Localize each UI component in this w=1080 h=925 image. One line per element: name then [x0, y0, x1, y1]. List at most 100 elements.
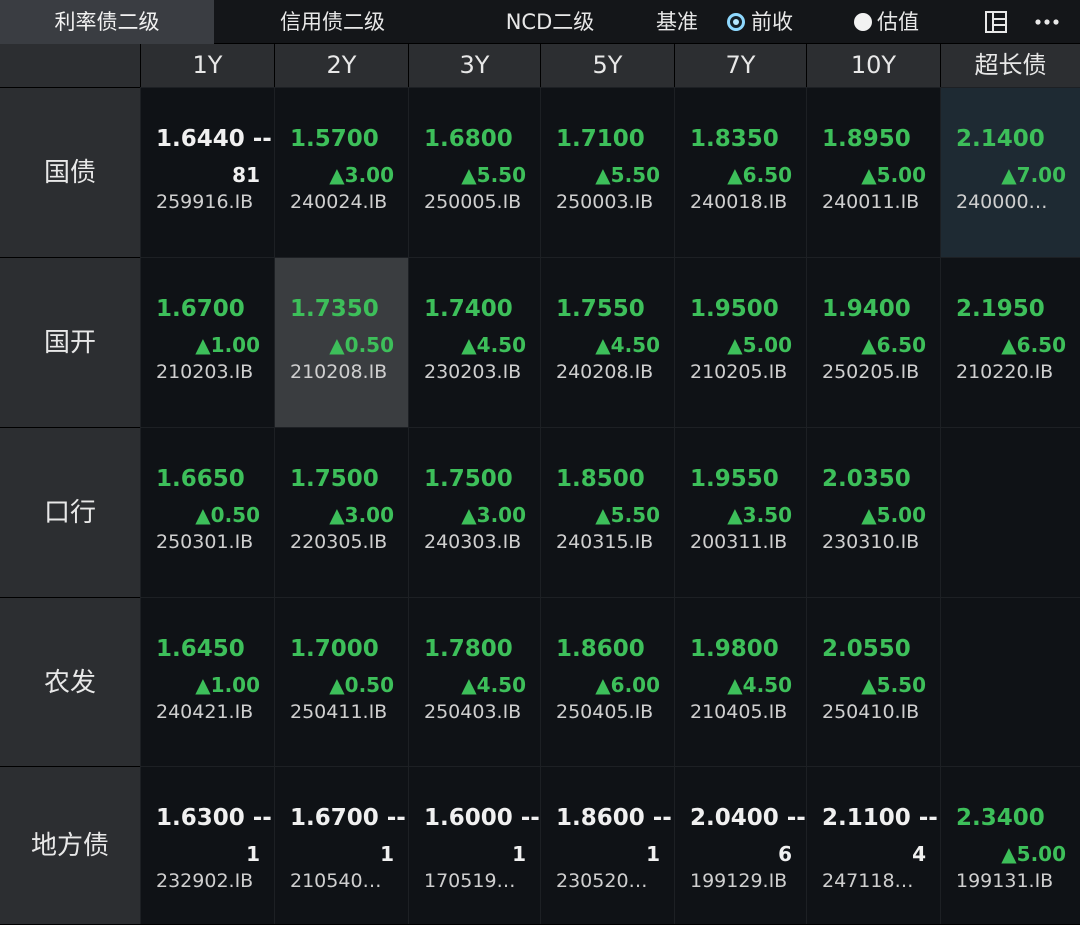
quote-cell[interactable]: 1.8350 ▲6.50 240018.IB: [674, 87, 806, 257]
quote-price: 2.1100 --: [822, 805, 938, 831]
quote-bond-code: 250301.IB: [156, 531, 254, 553]
quote-bond-code: 247118…: [822, 870, 914, 892]
quote-change: ▲1.00: [195, 333, 260, 357]
quote-bond-code: 210540…: [290, 870, 382, 892]
quote-cell[interactable]: 1.7550 ▲4.50 240208.IB: [540, 257, 674, 427]
quote-cell[interactable]: 1.7400 ▲4.50 230203.IB: [408, 257, 540, 427]
quote-price: 1.7500: [424, 466, 513, 492]
radio-valuation[interactable]: [854, 13, 872, 31]
quote-cell[interactable]: 1.9500 ▲5.00 210205.IB: [674, 257, 806, 427]
quote-cell[interactable]: 1.6450 ▲1.00 240421.IB: [140, 597, 274, 767]
quote-bond-code: 199131.IB: [956, 870, 1054, 892]
quote-price: 1.6650: [156, 466, 245, 492]
quote-bond-code: 250003.IB: [556, 191, 654, 213]
quote-bond-code: 240208.IB: [556, 361, 654, 383]
quote-cell[interactable]: 1.6000 -- 1 170519…: [408, 766, 540, 924]
quote-cell[interactable]: 2.3400 ▲5.00 199131.IB: [940, 766, 1080, 924]
quote-cell[interactable]: 1.6700 ▲1.00 210203.IB: [140, 257, 274, 427]
quote-cell: [940, 427, 1080, 597]
quote-cell[interactable]: 1.8950 ▲5.00 240011.IB: [806, 87, 940, 257]
quote-change: ▲5.50: [595, 163, 660, 187]
quote-price: 2.0350: [822, 466, 911, 492]
quote-change: ▲4.50: [461, 673, 526, 697]
radio-prev-close-label[interactable]: 前收: [751, 0, 793, 44]
quote-change: ▲6.50: [727, 163, 792, 187]
row-header-1: 国开: [0, 257, 140, 427]
quote-price: 1.9500: [690, 296, 779, 322]
quote-cell[interactable]: 1.8500 ▲5.50 240315.IB: [540, 427, 674, 597]
quote-bond-code: 250005.IB: [424, 191, 522, 213]
quote-price: 1.8500: [556, 466, 645, 492]
grid-corner: [0, 44, 140, 87]
quote-bond-code: 259916.IB: [156, 191, 254, 213]
quote-bond-code: 240421.IB: [156, 701, 254, 723]
quote-price: 1.8950: [822, 126, 911, 152]
quote-change: ▲6.50: [1001, 333, 1066, 357]
tab-rate-bond-secondary[interactable]: 利率债二级: [0, 0, 214, 44]
layout-icon[interactable]: [984, 10, 1008, 34]
radio-valuation-label[interactable]: 估值: [877, 0, 919, 44]
quote-change: 1: [512, 842, 526, 866]
quote-change: 1: [380, 842, 394, 866]
quote-cell[interactable]: 1.8600 -- 1 230520…: [540, 766, 674, 924]
quote-cell[interactable]: 1.8600 ▲6.00 250405.IB: [540, 597, 674, 767]
quote-price: 1.7000: [290, 636, 379, 662]
quote-cell[interactable]: 1.6300 -- 1 232902.IB: [140, 766, 274, 924]
quote-cell[interactable]: 1.6440 -- 81 259916.IB: [140, 87, 274, 257]
quote-price: 1.6300 --: [156, 805, 272, 831]
quote-price: 2.0400 --: [690, 805, 806, 831]
quote-cell[interactable]: 1.9550 ▲3.50 200311.IB: [674, 427, 806, 597]
quote-cell[interactable]: 1.6700 -- 1 210540…: [274, 766, 408, 924]
quote-cell[interactable]: 2.0400 -- 6 199129.IB: [674, 766, 806, 924]
quote-cell[interactable]: 1.7350 ▲0.50 210208.IB: [274, 257, 408, 427]
quote-cell[interactable]: 1.9800 ▲4.50 210405.IB: [674, 597, 806, 767]
quote-price: 1.6440 --: [156, 126, 272, 152]
quote-cell[interactable]: 1.9400 ▲6.50 250205.IB: [806, 257, 940, 427]
quote-cell[interactable]: 1.7500 ▲3.00 220305.IB: [274, 427, 408, 597]
tab-credit-bond-secondary[interactable]: 信用债二级: [250, 0, 415, 44]
quote-bond-code: 210208.IB: [290, 361, 388, 383]
quote-price: 1.7400: [424, 296, 513, 322]
quote-bond-code: 170519…: [424, 870, 516, 892]
quote-change: ▲5.50: [461, 163, 526, 187]
quote-change: ▲3.00: [461, 503, 526, 527]
quote-cell[interactable]: 1.7500 ▲3.00 240303.IB: [408, 427, 540, 597]
quote-cell[interactable]: 1.7800 ▲4.50 250403.IB: [408, 597, 540, 767]
quote-cell[interactable]: 1.5700 ▲3.00 240024.IB: [274, 87, 408, 257]
quote-change: ▲4.50: [595, 333, 660, 357]
tab-ncd-secondary[interactable]: NCD二级: [480, 0, 620, 44]
quote-change: 81: [232, 163, 260, 187]
quote-price: 1.7550: [556, 296, 645, 322]
quote-bond-code: 240303.IB: [424, 531, 522, 553]
quote-change: 1: [646, 842, 660, 866]
tenor-header-row: 1Y 2Y 3Y 5Y 7Y 10Y 超长债: [0, 44, 1080, 87]
quote-bond-code: 250411.IB: [290, 701, 388, 723]
quote-cell[interactable]: 2.1950 ▲6.50 210220.IB: [940, 257, 1080, 427]
quote-bond-code: 230310.IB: [822, 531, 920, 553]
more-icon[interactable]: [1034, 10, 1060, 34]
quote-cell[interactable]: 2.1400 ▲7.00 240000…: [940, 87, 1080, 257]
radio-prev-close[interactable]: [727, 13, 745, 31]
quote-cell[interactable]: 1.6650 ▲0.50 250301.IB: [140, 427, 274, 597]
quote-bond-code: 240011.IB: [822, 191, 920, 213]
quote-price: 1.7100: [556, 126, 645, 152]
quote-price: 1.6700: [156, 296, 245, 322]
quote-price: 1.9800: [690, 636, 779, 662]
quote-cell[interactable]: 2.0350 ▲5.00 230310.IB: [806, 427, 940, 597]
quote-cell[interactable]: 1.7100 ▲5.50 250003.IB: [540, 87, 674, 257]
quote-cell[interactable]: 1.7000 ▲0.50 250411.IB: [274, 597, 408, 767]
quote-cell[interactable]: 2.0550 ▲5.50 250410.IB: [806, 597, 940, 767]
quote-change: ▲0.50: [329, 333, 394, 357]
quote-bond-code: 210203.IB: [156, 361, 254, 383]
quote-cell[interactable]: 2.1100 -- 4 247118…: [806, 766, 940, 924]
top-bar: 利率债二级 信用债二级 NCD二级 基准 前收 估值: [0, 0, 1080, 44]
quote-price: 1.6000 --: [424, 805, 540, 831]
quote-price: 2.1950: [956, 296, 1045, 322]
quote-change: ▲0.50: [329, 673, 394, 697]
quote-cell[interactable]: 1.6800 ▲5.50 250005.IB: [408, 87, 540, 257]
quote-change: ▲3.50: [727, 503, 792, 527]
quote-change: ▲4.50: [727, 673, 792, 697]
quote-price: 1.5700: [290, 126, 379, 152]
column-header-1: 2Y: [274, 44, 408, 87]
quote-change: ▲5.00: [861, 163, 926, 187]
